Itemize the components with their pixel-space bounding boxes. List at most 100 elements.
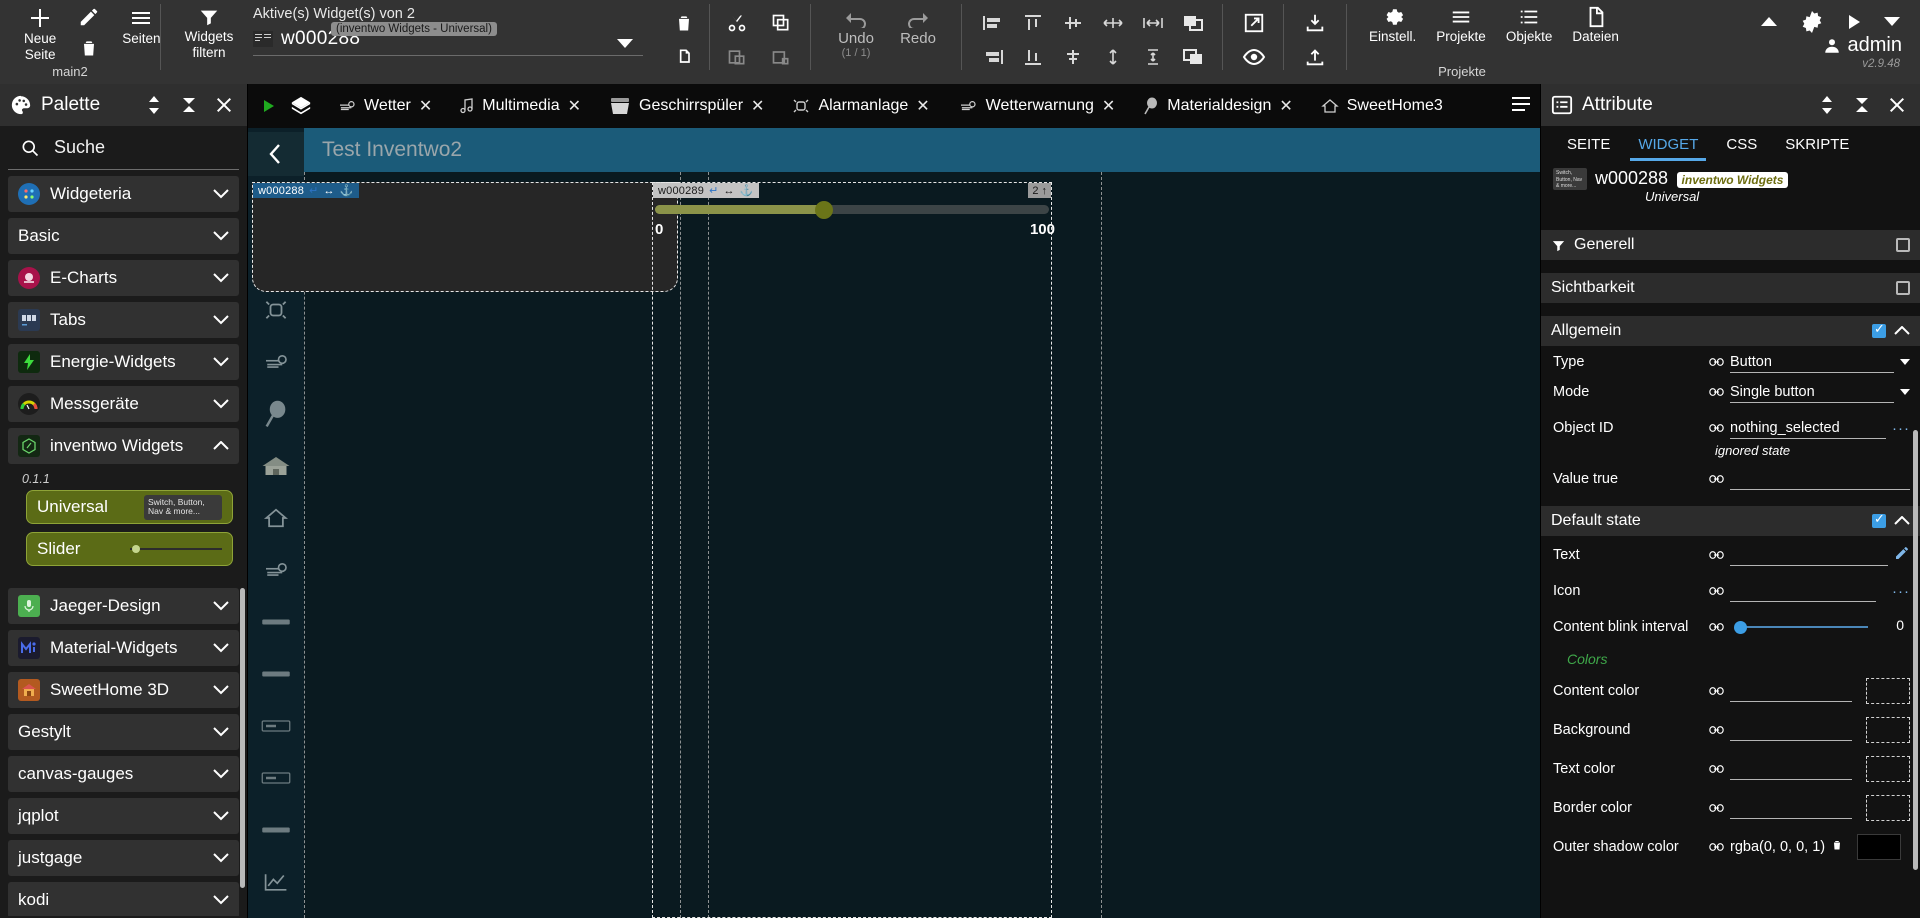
tab-skripte[interactable]: SKRIPTE — [1771, 132, 1863, 161]
rail-chart-icon[interactable] — [254, 860, 298, 904]
field-outer-shadow-color[interactable]: Outer shadow color rgba(0, 0, 0, 1) — [1541, 827, 1920, 866]
rail-house-solid-icon[interactable] — [254, 444, 298, 488]
chevron-down-icon[interactable] — [1900, 389, 1910, 395]
palette-widget-slider[interactable]: Slider — [26, 532, 233, 566]
palette-group-basic[interactable]: Basic — [8, 218, 239, 254]
color-swatch[interactable] — [1866, 755, 1910, 782]
link-icon[interactable] — [1709, 586, 1724, 596]
palette-group-sweethome-3d[interactable]: SweetHome 3D — [8, 672, 239, 708]
palette-group-widgeteria[interactable]: Widgeteria — [8, 176, 239, 212]
section-generell[interactable]: Generell — [1541, 230, 1920, 260]
section-checkbox[interactable] — [1896, 281, 1910, 295]
palette-group-gestylt[interactable]: Gestylt — [8, 714, 239, 750]
attributes-close-icon[interactable] — [1884, 92, 1910, 118]
fit-height-button[interactable] — [1138, 42, 1168, 72]
link-icon[interactable] — [1709, 803, 1724, 813]
collapse-toolbar-icon[interactable] — [1760, 16, 1778, 28]
color-swatch[interactable] — [1857, 833, 1902, 860]
blink-interval-slider[interactable]: 0 — [1730, 617, 1910, 636]
align-right-button[interactable] — [978, 42, 1008, 72]
palette-search-input[interactable] — [52, 136, 227, 159]
field-text-color[interactable]: Text color — [1541, 749, 1920, 788]
link-icon[interactable] — [1709, 550, 1724, 560]
attributes-collapse-icon[interactable] — [1849, 92, 1875, 118]
chevron-down-icon[interactable] — [1900, 359, 1910, 365]
rail-bar-icon-2[interactable] — [254, 652, 298, 696]
palette-resize-icon[interactable] — [141, 92, 167, 118]
palette-group-justgage[interactable]: justgage — [8, 840, 239, 876]
rail-bar-icon-3[interactable] — [254, 808, 298, 852]
widget-z-index[interactable]: 2 ↑ — [1028, 183, 1051, 198]
field-background[interactable]: Background — [1541, 710, 1920, 749]
field-content-blink-interval[interactable]: Content blink interval 0 — [1541, 609, 1920, 645]
rail-weather-warning-icon[interactable] — [254, 340, 298, 384]
canvas-widget-w000288[interactable]: w000288 ↵ ↔ ⚓ 1 ↓ — [252, 182, 678, 292]
widgets-filter-button[interactable]: Widgets filtern — [171, 0, 247, 60]
field-object-id[interactable]: Object ID nothing_selected ··· — [1541, 413, 1920, 443]
palette-group-kodi[interactable]: kodi — [8, 882, 239, 916]
tab-wetterwarnung[interactable]: Wetterwarnung ✕ — [944, 84, 1130, 128]
close-icon[interactable]: ✕ — [568, 96, 581, 116]
palette-group-messgeraete[interactable]: Messgeräte — [8, 386, 239, 422]
close-icon[interactable]: ✕ — [1279, 96, 1292, 116]
new-page-button[interactable]: Neue Seite — [16, 0, 64, 62]
close-icon[interactable]: ✕ — [751, 96, 764, 116]
layers-icon[interactable] — [286, 95, 324, 117]
edit-text-icon[interactable] — [1894, 545, 1910, 566]
link-icon[interactable] — [1709, 387, 1724, 397]
canvas[interactable]: Test Inventwo2 w000288 ↵ ↔ ⚓ 1 ↓ — [248, 128, 1540, 918]
enter-icon[interactable]: ↵ — [309, 184, 318, 197]
align-center-horizontal-button[interactable] — [1058, 8, 1088, 38]
rail-panel-icon-1[interactable] — [254, 704, 298, 748]
palette-widget-universal[interactable]: Universal Switch, Button, Nav & more... — [26, 490, 233, 524]
tab-geschirrspueler[interactable]: Geschirrspüler ✕ — [595, 84, 778, 128]
align-left-button[interactable] — [978, 8, 1008, 38]
section-sichtbarkeit[interactable]: Sichtbarkeit — [1541, 273, 1920, 303]
palette-group-jaeger-design[interactable]: Jaeger-Design — [8, 588, 239, 624]
tab-materialdesign[interactable]: Materialdesign ✕ — [1129, 84, 1306, 128]
slider-knob[interactable] — [815, 201, 834, 219]
field-content-color[interactable]: Content color — [1541, 671, 1920, 710]
close-icon[interactable]: ✕ — [1102, 96, 1115, 116]
field-type[interactable]: Type Button — [1541, 347, 1920, 377]
preview-eye-button[interactable] — [1239, 42, 1269, 72]
tab-css[interactable]: CSS — [1712, 132, 1771, 161]
paste-special-button[interactable] — [766, 42, 796, 72]
rail-bar-icon-1[interactable] — [254, 600, 298, 644]
palette-group-tabs[interactable]: Tabs — [8, 302, 239, 338]
field-border-color[interactable]: Border color — [1541, 788, 1920, 827]
tab-menu-icon[interactable] — [1510, 95, 1532, 118]
link-icon[interactable] — [1709, 474, 1724, 484]
palette-search-row[interactable] — [8, 126, 239, 170]
link-icon[interactable] — [1709, 423, 1724, 433]
link-icon[interactable] — [1709, 622, 1724, 632]
import-button[interactable] — [1300, 8, 1330, 38]
canvas-widget-w000289[interactable]: w000289 ↵ ↔ ⚓ 2 ↑ 0 100 — [652, 182, 1055, 918]
section-checkbox[interactable] — [1896, 238, 1910, 252]
palette-group-jqplot[interactable]: jqplot — [8, 798, 239, 834]
send-back-button[interactable] — [1178, 42, 1208, 72]
color-swatch[interactable] — [1866, 677, 1910, 704]
slider-knob[interactable] — [1734, 621, 1747, 634]
link-icon[interactable] — [1709, 686, 1724, 696]
palette-collapse-icon[interactable] — [176, 92, 202, 118]
settings-button[interactable]: Einstell. — [1361, 0, 1424, 44]
tab-multimedia[interactable]: Multimedia ✕ — [446, 84, 595, 128]
tab-widget[interactable]: WIDGET — [1624, 132, 1712, 161]
fit-width-button[interactable] — [1138, 8, 1168, 38]
cut-button[interactable] — [722, 8, 752, 38]
link-icon[interactable] — [1709, 842, 1724, 852]
palette-group-canvas-gauges[interactable]: canvas-gauges — [8, 756, 239, 792]
field-value-true[interactable]: Value true — [1541, 464, 1920, 494]
files-button[interactable]: Dateien — [1564, 0, 1627, 44]
tab-alarmanlage[interactable]: Alarmanlage ✕ — [778, 84, 943, 128]
rail-back-button[interactable] — [248, 132, 304, 176]
clear-color-icon[interactable] — [1831, 838, 1843, 855]
export-button[interactable] — [1300, 42, 1330, 72]
palette-group-echarts[interactable]: E-Charts — [8, 260, 239, 296]
projects-button[interactable]: Projekte — [1428, 0, 1494, 44]
link-icon[interactable] — [1709, 357, 1724, 367]
link-icon[interactable] — [1709, 764, 1724, 774]
chevron-up-icon[interactable] — [1894, 516, 1910, 526]
palette-group-inventwo-widgets[interactable]: inventwo Widgets — [8, 428, 239, 464]
